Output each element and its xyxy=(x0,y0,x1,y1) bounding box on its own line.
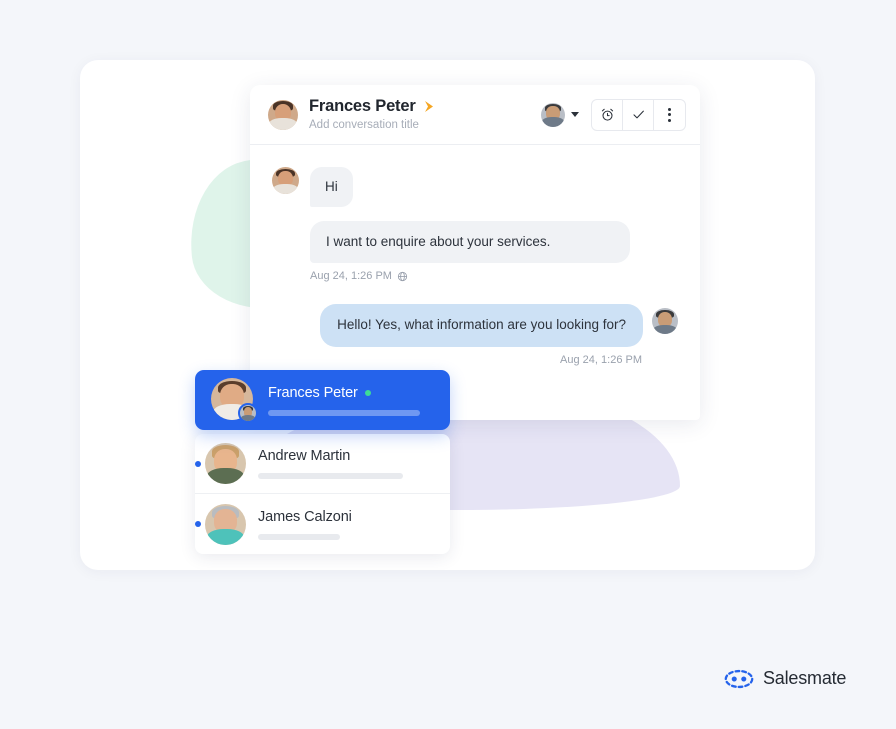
chat-header-actions xyxy=(541,98,686,131)
chat-header: Frances Peter Add conversation title xyxy=(250,85,700,145)
avatar-face xyxy=(268,100,298,130)
contact-name: James Calzoni xyxy=(258,508,352,525)
message-preview-placeholder xyxy=(258,473,403,479)
globe-icon xyxy=(397,271,408,282)
chat-title-row: Frances Peter xyxy=(309,97,541,116)
outer-card: Frances Peter Add conversation title Hi … xyxy=(80,60,815,570)
message-incoming-first: Hi xyxy=(272,167,678,208)
brand-name: Salesmate xyxy=(763,668,847,688)
contact-name-row: Frances Peter xyxy=(268,385,434,401)
contact-list: Frances Peter Andrew Martin James Calzon… xyxy=(195,370,450,554)
message-timestamp-outgoing: Aug 24, 1:26 PM xyxy=(560,353,642,366)
snooze-button[interactable] xyxy=(592,99,623,130)
avatar-face xyxy=(205,504,246,545)
contact-list-item[interactable]: Andrew Martin xyxy=(195,434,450,494)
contact-name: Frances Peter xyxy=(268,384,358,401)
message-preview-placeholder xyxy=(268,409,420,416)
resolve-button[interactable] xyxy=(623,99,654,130)
contact-name: Andrew Martin xyxy=(258,448,351,464)
message-timestamp-incoming: Aug 24, 1:26 PM xyxy=(310,270,678,282)
unread-dot-icon xyxy=(195,521,201,527)
salesmate-brand: Salesmate xyxy=(724,668,846,689)
more-vertical-icon xyxy=(668,107,671,122)
contact-avatar xyxy=(268,99,298,130)
avatar-face xyxy=(240,405,256,421)
james-avatar xyxy=(205,503,246,545)
avatar-face xyxy=(541,103,565,127)
contact-list-card: Andrew Martin James Calzoni xyxy=(195,434,450,554)
assignee-avatar xyxy=(541,102,565,127)
unread-dot-icon xyxy=(195,460,201,467)
header-button-group xyxy=(591,98,686,131)
message-bubble: Hello! Yes, what information are you loo… xyxy=(320,304,643,347)
contact-info: Andrew Martin xyxy=(258,448,434,479)
online-status-dot xyxy=(364,389,371,396)
chat-header-meta: Frances Peter Add conversation title xyxy=(309,97,541,133)
message-preview-placeholder xyxy=(258,533,340,540)
agent-avatar xyxy=(652,308,678,335)
contact-info: James Calzoni xyxy=(258,509,434,540)
avatar-face xyxy=(652,308,678,335)
page-title: Frances Peter xyxy=(309,96,416,115)
check-icon xyxy=(632,110,644,119)
contact-avatar xyxy=(272,167,299,194)
forward-arrow-icon xyxy=(424,100,433,112)
salesmate-logo-icon xyxy=(724,669,754,688)
contact-list-item[interactable]: James Calzoni xyxy=(195,494,450,554)
message-list: Hi I want to enquire about your services… xyxy=(250,145,700,380)
message-outgoing: Hello! Yes, what information are you loo… xyxy=(272,304,678,347)
assignee-selector[interactable] xyxy=(541,102,579,127)
alarm-clock-icon xyxy=(601,108,613,121)
avatar-face xyxy=(272,167,299,194)
avatar-group xyxy=(211,378,258,423)
screenshot-stage: Frances Peter Add conversation title Hi … xyxy=(0,0,896,729)
message-bubble: Hi xyxy=(310,167,353,208)
conversation-title-placeholder[interactable]: Add conversation title xyxy=(309,119,541,133)
message-bubble: I want to enquire about your services. xyxy=(310,221,630,264)
andrew-avatar xyxy=(205,443,246,484)
more-options-button[interactable] xyxy=(654,100,685,130)
timestamp-text: Aug 24, 1:26 PM xyxy=(310,270,392,283)
agent-avatar-badge xyxy=(238,403,258,423)
avatar-face xyxy=(205,443,246,484)
chevron-down-icon xyxy=(571,112,579,117)
contact-list-item-selected[interactable]: Frances Peter xyxy=(195,370,450,430)
contact-info: Frances Peter xyxy=(268,385,434,416)
